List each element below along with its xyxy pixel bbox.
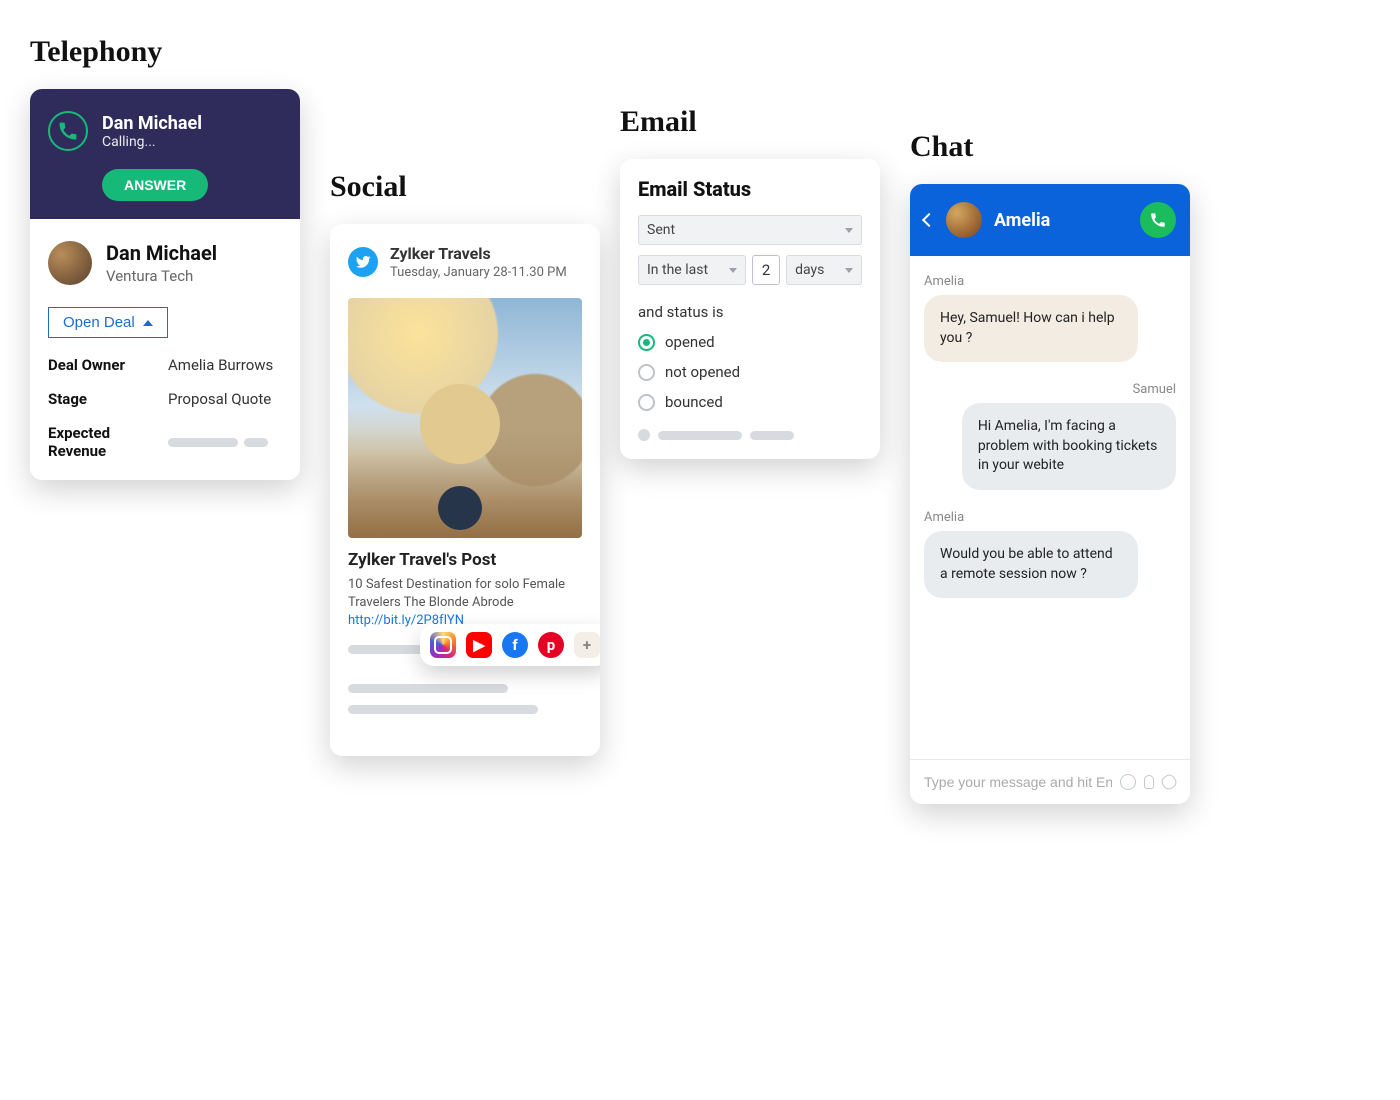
mic-icon[interactable] xyxy=(1144,775,1154,789)
caller-status: Calling... xyxy=(102,134,202,150)
open-deal-button[interactable]: Open Deal xyxy=(48,307,168,338)
message-sender: Samuel xyxy=(1133,382,1176,397)
facebook-icon[interactable]: f xyxy=(502,632,528,658)
social-post-image xyxy=(348,298,582,538)
add-network-button[interactable]: + xyxy=(574,632,600,658)
email-status-select[interactable]: Sent xyxy=(638,215,862,245)
section-title-chat: Chat xyxy=(910,130,1210,164)
attachment-icon[interactable] xyxy=(1162,775,1176,789)
email-range-mode-select[interactable]: In the last xyxy=(638,255,746,285)
status-radio-opened[interactable]: opened xyxy=(638,333,862,351)
incoming-call-header: Dan Michael Calling... ANSWER xyxy=(30,89,300,219)
chat-messages: Amelia Hey, Samuel! How can i help you ?… xyxy=(910,256,1190,759)
message-bubble: Hey, Samuel! How can i help you ? xyxy=(924,295,1138,362)
deal-owner-key: Deal Owner xyxy=(48,356,168,374)
status-radio-bounced[interactable]: bounced xyxy=(638,393,862,411)
section-title-social: Social xyxy=(330,170,620,204)
social-card: Zylker Travels Tuesday, January 28-11.30… xyxy=(330,224,600,756)
email-range-unit-select[interactable]: days xyxy=(786,255,862,285)
chat-header: Amelia xyxy=(910,184,1190,256)
stage-value: Proposal Quote xyxy=(168,390,282,408)
email-range-value-input[interactable]: 2 xyxy=(752,255,780,285)
call-button[interactable] xyxy=(1140,202,1176,238)
instagram-icon[interactable] xyxy=(430,632,456,658)
chat-peer-avatar xyxy=(946,202,982,238)
placeholder-line xyxy=(348,705,538,714)
back-button[interactable] xyxy=(922,213,936,227)
chat-message: Amelia Would you be able to attend a rem… xyxy=(924,510,1176,598)
social-account-name: Zylker Travels xyxy=(390,244,567,263)
youtube-icon[interactable]: ▶ xyxy=(466,632,492,658)
telephony-card: Dan Michael Calling... ANSWER Dan Michae… xyxy=(30,89,300,480)
chevron-down-icon xyxy=(729,268,737,273)
social-post-title: Zylker Travel's Post xyxy=(330,550,600,570)
contact-company: Ventura Tech xyxy=(106,267,217,285)
section-title-telephony: Telephony xyxy=(30,35,330,69)
phone-ringing-icon xyxy=(48,111,88,151)
open-deal-label: Open Deal xyxy=(63,314,135,331)
pinterest-icon[interactable]: p xyxy=(538,632,564,658)
status-radio-not-opened[interactable]: not opened xyxy=(638,363,862,381)
section-title-email: Email xyxy=(620,105,920,139)
answer-button[interactable]: ANSWER xyxy=(102,169,208,201)
placeholder-line xyxy=(348,684,508,693)
stage-key: Stage xyxy=(48,390,168,408)
chat-message: Amelia Hey, Samuel! How can i help you ? xyxy=(924,274,1176,362)
twitter-icon xyxy=(348,247,378,277)
expected-revenue-key: Expected Revenue xyxy=(48,424,168,460)
social-post-timestamp: Tuesday, January 28-11.30 PM xyxy=(390,265,567,280)
chevron-down-icon xyxy=(845,268,853,273)
message-bubble: Hi Amelia, I'm facing a problem with boo… xyxy=(962,403,1176,490)
emoji-icon[interactable] xyxy=(1120,774,1136,790)
chat-peer-name: Amelia xyxy=(994,210,1050,231)
chat-footer xyxy=(910,759,1190,804)
and-status-is-label: and status is xyxy=(638,303,862,321)
expected-revenue-placeholder xyxy=(168,424,282,460)
chat-input[interactable] xyxy=(924,774,1112,790)
email-card-title: Email Status xyxy=(638,177,862,201)
message-bubble: Would you be able to attend a remote ses… xyxy=(924,531,1138,598)
chevron-down-icon xyxy=(845,228,853,233)
contact-name: Dan Michael xyxy=(106,241,217,265)
contact-avatar xyxy=(48,241,92,285)
chat-message: Samuel Hi Amelia, I'm facing a problem w… xyxy=(924,382,1176,490)
message-sender: Amelia xyxy=(924,510,1176,525)
caller-name: Dan Michael xyxy=(102,113,202,134)
social-share-toolbar: ▶ f p + xyxy=(420,624,600,666)
email-card: Email Status Sent In the last 2 days and… xyxy=(620,159,880,459)
email-placeholder-row xyxy=(638,429,862,441)
message-sender: Amelia xyxy=(924,274,1176,289)
deal-owner-value: Amelia Burrows xyxy=(168,356,282,374)
chat-card: Amelia Amelia Hey, Samuel! How can i hel… xyxy=(910,184,1190,804)
